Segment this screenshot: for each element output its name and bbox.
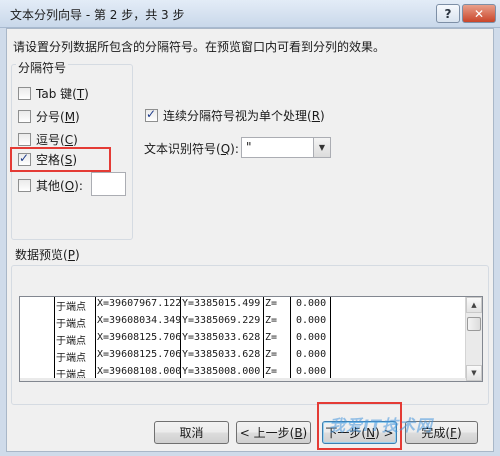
- back-button[interactable]: < 上一步(B): [236, 421, 311, 444]
- data-preview-title: 数据预览(P): [15, 248, 80, 262]
- scroll-down-icon[interactable]: ▼: [466, 365, 482, 381]
- other-checkbox[interactable]: [18, 179, 31, 192]
- dialog-body: 请设置分列数据所包含的分隔符号。在预览窗口内可看到分列的效果。 分隔符号 Tab…: [6, 28, 494, 452]
- chevron-down-icon[interactable]: ▼: [313, 138, 330, 157]
- title-bar: 文本分列向导 - 第 2 步，共 3 步 ? ✕: [0, 0, 500, 28]
- column-separator: [330, 297, 331, 381]
- space-checkbox[interactable]: [18, 151, 31, 166]
- other-delimiter-input[interactable]: [91, 172, 126, 196]
- preview-horizontal-scrollbar[interactable]: [20, 378, 466, 381]
- delimiters-group-title: 分隔符号: [16, 59, 69, 76]
- tab-label[interactable]: Tab 键(T): [36, 85, 89, 102]
- comma-label[interactable]: 逗号(C): [36, 131, 78, 148]
- text-qualifier-value: ": [246, 140, 252, 154]
- close-button[interactable]: ✕: [462, 4, 496, 23]
- other-label[interactable]: 其他(O):: [36, 177, 83, 194]
- space-label[interactable]: 空格(S): [36, 151, 77, 168]
- window-title: 文本分列向导 - 第 2 步，共 3 步: [10, 8, 185, 22]
- column-separator: [95, 297, 96, 381]
- consecutive-delimiters-label[interactable]: 连续分隔符号视为单个处理(R): [163, 107, 325, 124]
- consecutive-delimiters-checkbox[interactable]: [145, 107, 158, 122]
- instruction-text: 请设置分列数据所包含的分隔符号。在预览窗口内可看到分列的效果。: [13, 40, 386, 54]
- scroll-up-icon[interactable]: ▲: [466, 297, 482, 313]
- semicolon-label[interactable]: 分号(M): [36, 108, 80, 125]
- close-icon: ✕: [473, 6, 485, 21]
- help-icon: ?: [444, 6, 452, 21]
- text-qualifier-label: 文本识别符号(Q):: [144, 142, 239, 156]
- preview-vertical-scrollbar[interactable]: ▲ ▼: [465, 297, 482, 381]
- data-preview-grid[interactable]: 于端点 X=39607967.122 Y=3385015.499 Z= 0.00…: [19, 296, 483, 382]
- watermark-text: 我爱IT技术网: [329, 416, 433, 435]
- column-separator: [54, 297, 55, 381]
- tab-checkbox[interactable]: [18, 87, 31, 100]
- comma-checkbox[interactable]: [18, 133, 31, 146]
- column-separator: [290, 297, 291, 381]
- text-qualifier-select[interactable]: " ▼: [241, 137, 331, 158]
- column-separator: [263, 297, 264, 381]
- help-button[interactable]: ?: [436, 4, 460, 23]
- semicolon-checkbox[interactable]: [18, 110, 31, 123]
- scrollbar-thumb[interactable]: [467, 317, 481, 331]
- cancel-button[interactable]: 取消: [154, 421, 229, 444]
